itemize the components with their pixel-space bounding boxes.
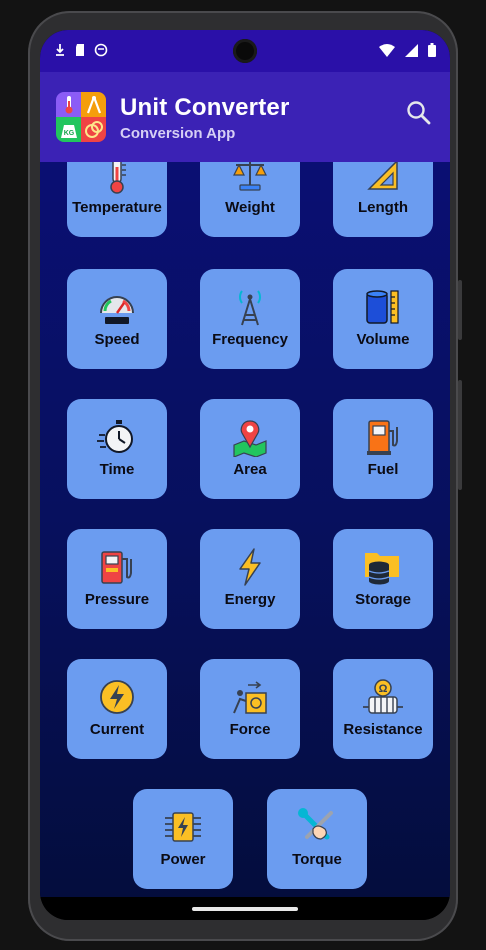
category-tile-volume[interactable]: Volume xyxy=(333,269,433,369)
database-folder-icon xyxy=(365,553,399,585)
wifi-icon xyxy=(379,43,395,57)
category-tile-energy[interactable]: Energy xyxy=(200,529,300,629)
svg-text:Ω: Ω xyxy=(379,683,388,695)
category-label: Length xyxy=(358,199,408,216)
category-label: Energy xyxy=(224,591,276,608)
category-tile-length[interactable]: Length xyxy=(333,162,433,237)
category-tile-torque[interactable]: Torque xyxy=(267,789,367,889)
thermometer-icon xyxy=(110,162,126,194)
category-tile-weight[interactable]: Weight xyxy=(200,162,300,237)
power-chip-icon xyxy=(165,812,201,842)
category-label: Temperature xyxy=(72,199,162,216)
category-tile-temperature[interactable]: Temperature xyxy=(67,162,167,237)
category-tile-force[interactable]: Force xyxy=(200,659,300,759)
compass-icon xyxy=(86,95,101,113)
speedometer-icon xyxy=(100,296,134,324)
resistor-icon: Ω xyxy=(363,679,403,714)
battery-icon xyxy=(428,43,436,57)
category-tile-current[interactable]: Current xyxy=(67,659,167,759)
status-bar xyxy=(40,30,450,72)
app-title: Unit Converter xyxy=(120,94,290,121)
app-logo: KG xyxy=(56,92,106,142)
category-label: Force xyxy=(229,721,271,738)
lightning-bolt-icon xyxy=(239,548,261,586)
category-label: Speed xyxy=(94,331,140,348)
map-pin-icon xyxy=(233,420,267,457)
category-grid: Temperature Weight Length Speed Frequenc… xyxy=(40,162,450,897)
navigation-bar xyxy=(40,897,450,920)
category-tile-speed[interactable]: Speed xyxy=(67,269,167,369)
push-force-icon xyxy=(233,681,267,714)
screen: KG Unit Converter Conversion App Tempera… xyxy=(40,30,450,920)
weight-kg-icon: KG xyxy=(60,124,77,138)
category-label: Torque xyxy=(292,851,342,868)
smiley-icon xyxy=(94,43,108,57)
category-label: Power xyxy=(160,851,206,868)
category-tile-storage[interactable]: Storage xyxy=(333,529,433,629)
volume-button xyxy=(458,280,462,340)
svg-text:KG: KG xyxy=(63,130,74,137)
ruler-triangle-icon xyxy=(367,162,398,190)
gas-pump-icon xyxy=(101,551,132,584)
category-tile-power[interactable]: Power xyxy=(133,789,233,889)
category-label: Resistance xyxy=(343,721,423,738)
electric-current-icon xyxy=(100,680,134,714)
cylinder-icon xyxy=(366,290,399,324)
coins-icon xyxy=(84,120,103,138)
category-label: Time xyxy=(99,461,135,478)
front-camera xyxy=(233,39,257,63)
sd-card-icon xyxy=(76,44,84,56)
category-tile-fuel[interactable]: Fuel xyxy=(333,399,433,499)
wrench-hand-icon xyxy=(298,808,333,840)
category-label: Current xyxy=(89,721,145,738)
category-tile-pressure[interactable]: Pressure xyxy=(67,529,167,629)
category-label: Weight xyxy=(225,199,275,216)
category-label: Area xyxy=(233,461,267,478)
category-label: Fuel xyxy=(367,461,399,478)
category-tile-frequency[interactable]: Frequency xyxy=(200,269,300,369)
power-button xyxy=(458,380,462,490)
scale-icon xyxy=(233,162,267,191)
download-icon xyxy=(56,44,64,56)
search-icon[interactable] xyxy=(406,100,432,126)
category-label: Volume xyxy=(356,331,410,348)
app-bar: KG Unit Converter Conversion App xyxy=(40,72,450,162)
antenna-tower-icon xyxy=(239,290,261,326)
category-tile-area[interactable]: Area xyxy=(200,399,300,499)
stopwatch-icon xyxy=(97,420,133,453)
app-subtitle: Conversion App xyxy=(120,125,236,142)
category-tile-resistance[interactable]: Ω Resistance xyxy=(333,659,433,759)
fuel-pump-icon xyxy=(367,420,398,455)
category-label: Pressure xyxy=(84,591,150,608)
home-gesture-handle[interactable] xyxy=(192,907,298,911)
category-label: Storage xyxy=(355,591,411,608)
category-label: Frequency xyxy=(212,331,288,348)
signal-icon xyxy=(405,43,418,57)
thermometer-icon xyxy=(65,95,72,113)
category-tile-time[interactable]: Time xyxy=(67,399,167,499)
